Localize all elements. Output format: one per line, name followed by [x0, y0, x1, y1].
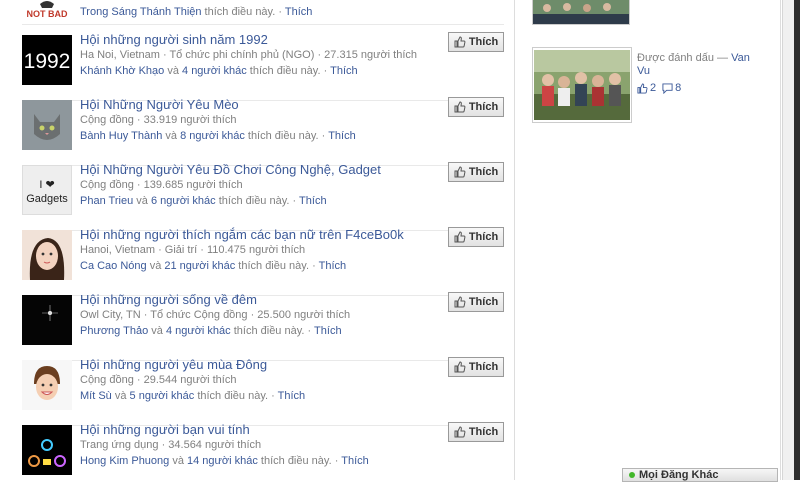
- friends-like-line: Bành Huy Thành và 8 người khác thích điề…: [80, 130, 356, 142]
- liker-link[interactable]: Bành Huy Thành: [80, 130, 162, 142]
- page-row: Hội những người sống về đêm Owl City, TN…: [22, 292, 504, 361]
- page-row: Hội những người yêu mùa Đông Cộng đồng ·…: [22, 357, 504, 426]
- others-link[interactable]: 8 người khác: [180, 130, 245, 142]
- not-bad-thumbnail[interactable]: NOT BAD: [22, 0, 72, 20]
- thumbnail-text: 1992: [24, 50, 71, 73]
- page-row: Hội những người thích ngắm các bạn nữ tr…: [22, 227, 504, 296]
- like-button-label: Thích: [468, 361, 499, 373]
- liker-link[interactable]: Hong Kim Phuong: [80, 455, 169, 467]
- page-row: Hội Những Người Yêu Mèo Cộng đồng · 33.9…: [22, 97, 504, 166]
- tagged-photo[interactable]: [532, 47, 632, 123]
- liker-link[interactable]: Mít Sù: [80, 390, 112, 402]
- page-title-link[interactable]: Hội những người bạn vui tính: [80, 422, 250, 437]
- child-photo-thumbnail[interactable]: [22, 360, 72, 410]
- thumbs-up-icon: [454, 361, 466, 373]
- not-bad-text: NOT BAD: [27, 9, 68, 19]
- page-row: I ❤ Gadgets Hội Những Người Yêu Đồ Chơi C…: [22, 162, 504, 231]
- page-meta: Hanoi, Vietnam · Giải trí · 110.475 ngườ…: [80, 244, 306, 256]
- fun-friends-thumbnail[interactable]: [22, 425, 72, 475]
- like-link[interactable]: Thích: [330, 65, 358, 77]
- page-title-link[interactable]: Hội những người thích ngắm các bạn nữ tr…: [80, 227, 404, 242]
- online-status-icon: [629, 472, 635, 478]
- thumbs-up-icon: [454, 231, 466, 243]
- column-divider: [514, 0, 515, 480]
- like-button[interactable]: Thích: [448, 97, 504, 117]
- like-link[interactable]: Thích: [319, 260, 347, 272]
- photo-stats: 2 8: [637, 82, 681, 94]
- thumbs-up-icon: [454, 166, 466, 178]
- page-meta: Ha Noi, Vietnam · Tổ chức phi chính phủ …: [80, 49, 418, 61]
- thumbnail-text: I ❤ Gadgets: [26, 179, 68, 205]
- like-button[interactable]: Thích: [448, 422, 504, 442]
- page-meta: Owl City, TN · Tổ chức Cộng đồng · 25.50…: [80, 309, 351, 321]
- others-link[interactable]: 21 người khác: [164, 260, 235, 272]
- caption-prefix: Được đánh dấu —: [637, 52, 732, 64]
- liker-link[interactable]: Khánh Khờ Khạo: [80, 65, 164, 77]
- page-title-link[interactable]: Hội những người sinh năm 1992: [80, 32, 268, 47]
- like-link[interactable]: Thích: [341, 455, 369, 467]
- liker-link[interactable]: Phan Trieu: [80, 195, 133, 207]
- comment-icon: [662, 82, 673, 94]
- gadgets-thumbnail[interactable]: I ❤ Gadgets: [22, 165, 72, 215]
- like-link[interactable]: Thích: [278, 390, 306, 402]
- page-row-partial: NOT BAD Trong Sáng Thánh Thiện thích điề…: [22, 0, 504, 25]
- like-link[interactable]: Thích: [299, 195, 327, 207]
- liker-link[interactable]: Ca Cao Nóng: [80, 260, 147, 272]
- page-title-link[interactable]: Hội Những Người Yêu Mèo: [80, 97, 239, 112]
- friends-like-line: Phan Trieu và 6 người khác thích điều nà…: [80, 195, 327, 207]
- column-divider: [780, 0, 781, 480]
- like-button-label: Thích: [468, 231, 499, 243]
- like-button-label: Thích: [468, 101, 499, 113]
- others-link[interactable]: 4 người khác: [166, 325, 231, 337]
- page-meta: Cộng đồng · 139.685 người thích: [80, 179, 243, 191]
- like-link[interactable]: Thích: [328, 130, 356, 142]
- like-link[interactable]: Thích: [285, 6, 313, 18]
- photo-like-count[interactable]: 2: [637, 82, 656, 94]
- thumbs-up-icon: [454, 101, 466, 113]
- thumbs-up-icon: [637, 82, 648, 94]
- page-meta: Trang ứng dụng · 34.564 người thích: [80, 439, 262, 451]
- chat-label: Mọi Đăng Khác: [639, 469, 719, 481]
- like-button[interactable]: Thích: [448, 162, 504, 182]
- like-suffix: thích điều này.: [201, 6, 276, 18]
- page-title-link[interactable]: Hội những người sống về đêm: [80, 292, 257, 307]
- liker-link[interactable]: Phương Thảo: [80, 325, 148, 337]
- page-title-link[interactable]: Hội những người yêu mùa Đông: [80, 357, 267, 372]
- page-meta: Cộng đồng · 33.919 người thích: [80, 114, 237, 126]
- photo-caption: Được đánh dấu — Van Vu: [637, 52, 757, 78]
- others-link[interactable]: 14 người khác: [187, 455, 258, 467]
- photo-comment-count[interactable]: 8: [662, 82, 681, 94]
- like-button-label: Thích: [468, 36, 499, 48]
- like-link[interactable]: Thích: [314, 325, 342, 337]
- thumbs-up-icon: [454, 426, 466, 438]
- others-link[interactable]: 4 người khác: [182, 65, 247, 77]
- like-button[interactable]: Thích: [448, 357, 504, 377]
- page-row: Hội những người bạn vui tính Trang ứng d…: [22, 422, 504, 490]
- like-button-label: Thích: [468, 296, 499, 308]
- friends-like-line: Ca Cao Nóng và 21 người khác thích điều …: [80, 260, 347, 272]
- girl-photo-thumbnail[interactable]: [22, 230, 72, 280]
- others-link[interactable]: 6 người khác: [151, 195, 216, 207]
- friends-like-line: Khánh Khờ Khạo và 4 người khác thích điề…: [80, 65, 358, 77]
- like-button-label: Thích: [468, 166, 499, 178]
- liker-link[interactable]: Trong Sáng Thánh Thiện: [80, 6, 202, 18]
- thumbs-up-icon: [454, 36, 466, 48]
- friends-like-line: Mít Sù và 5 người khác thích điều này. ·…: [80, 390, 306, 402]
- friends-like-line: Phương Thảo và 4 người khác thích điều n…: [80, 325, 342, 337]
- window-edge: [794, 0, 800, 480]
- page-thumbnail-1992[interactable]: 1992: [22, 35, 72, 85]
- friends-like-line: Hong Kim Phuong và 14 người khác thích đ…: [80, 455, 369, 467]
- cat-thumbnail[interactable]: [22, 100, 72, 150]
- like-button[interactable]: Thích: [448, 32, 504, 52]
- page-row: 1992 Hội những người sinh năm 1992 Ha No…: [22, 32, 504, 101]
- night-thumbnail[interactable]: [22, 295, 72, 345]
- group-photo-thumbnail[interactable]: [532, 0, 630, 25]
- page-meta: Cộng đồng · 29.544 người thích: [80, 374, 237, 386]
- others-link[interactable]: 5 người khác: [130, 390, 195, 402]
- like-button-label: Thích: [468, 426, 499, 438]
- like-button[interactable]: Thích: [448, 227, 504, 247]
- thumbs-up-icon: [454, 296, 466, 308]
- like-button[interactable]: Thích: [448, 292, 504, 312]
- page-title-link[interactable]: Hội Những Người Yêu Đồ Chơi Công Nghệ, G…: [80, 162, 381, 177]
